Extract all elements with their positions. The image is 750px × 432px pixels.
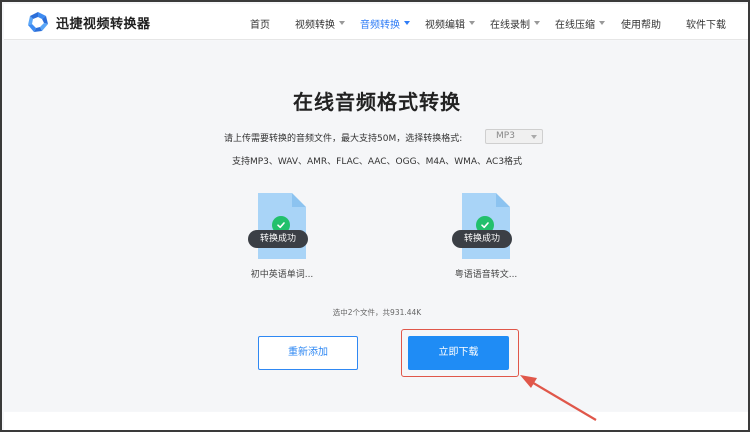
screenshot-frame: 迅捷视频转换器 首页 视频转换 音频转换 视频编辑 在线录制 在线压缩 使用帮助: [0, 0, 750, 432]
chevron-down-icon: [531, 135, 537, 139]
footer-strip: [4, 412, 748, 430]
top-navigation-bar: 迅捷视频转换器 首页 视频转换 音频转换 视频编辑 在线录制 在线压缩 使用帮助: [4, 4, 748, 40]
download-now-button[interactable]: 立即下载: [408, 336, 509, 370]
nav-item-label: 音频转换: [360, 19, 400, 31]
nav-item-video-edit[interactable]: 视频编辑: [425, 15, 475, 31]
supported-formats-text: 支持MP3、WAV、AMR、FLAC、AAC、OGG、M4A、WMA、AC3格式: [231, 157, 523, 167]
file-card[interactable]: 转换成功 粤语语音转文...: [446, 193, 526, 313]
chevron-down-icon: [404, 21, 410, 25]
nav-item-audio-convert[interactable]: 音频转换: [360, 15, 410, 31]
nav-item-software-download[interactable]: 软件下载: [686, 15, 726, 31]
app-brand-name[interactable]: 迅捷视频转换器: [56, 13, 151, 32]
app-logo-icon[interactable]: [26, 10, 50, 34]
nav-item-home[interactable]: 首页: [250, 15, 270, 31]
status-badge: 转换成功: [452, 230, 512, 248]
nav-item-label: 使用帮助: [621, 19, 661, 31]
nav-item-label: 首页: [250, 19, 270, 31]
chevron-down-icon: [534, 21, 540, 25]
nav-item-help[interactable]: 使用帮助: [621, 15, 661, 31]
chevron-down-icon: [599, 21, 605, 25]
readd-files-button[interactable]: 重新添加: [258, 336, 358, 370]
file-card[interactable]: 转换成功 初中英语单词...: [242, 193, 322, 313]
status-badge: 转换成功: [248, 230, 308, 248]
output-format-value: MP3: [496, 131, 515, 141]
file-name: 初中英语单词...: [250, 270, 314, 280]
upload-description: 请上传需要转换的音频文件，最大支持50M，选择转换格式:: [224, 134, 463, 144]
nav-item-label: 在线压缩: [555, 19, 595, 31]
page-title: 在线音频格式转换: [293, 90, 461, 114]
selection-summary: 选中2个文件，共931.44K: [332, 308, 422, 317]
nav-item-label: 视频编辑: [425, 19, 465, 31]
nav-item-online-compress[interactable]: 在线压缩: [555, 15, 605, 31]
nav-item-label: 软件下载: [686, 19, 726, 31]
nav-item-label: 在线录制: [490, 19, 530, 31]
output-format-select[interactable]: MP3: [485, 129, 543, 144]
file-name: 粤语语音转文...: [454, 270, 518, 280]
chevron-down-icon: [469, 21, 475, 25]
nav-item-online-record[interactable]: 在线录制: [490, 15, 540, 31]
converter-panel: 在线音频格式转换 请上传需要转换的音频文件，最大支持50M，选择转换格式: MP…: [4, 41, 748, 411]
chevron-down-icon: [339, 21, 345, 25]
nav-item-label: 视频转换: [295, 19, 335, 31]
nav-item-video-convert[interactable]: 视频转换: [295, 15, 345, 31]
